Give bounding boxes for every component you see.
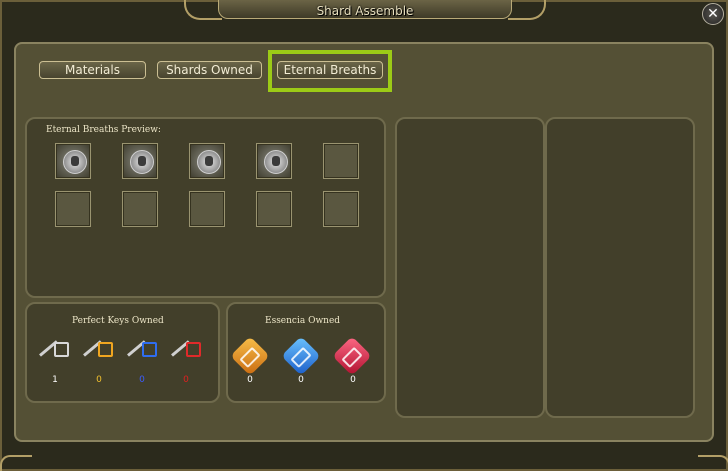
tab-shards-owned[interactable]: Shards Owned	[157, 61, 262, 79]
eternal-breath-emblem-icon	[130, 150, 154, 174]
corner-ornament-left	[0, 455, 32, 471]
preview-slot-8[interactable]	[189, 191, 225, 227]
eternal-breath-emblem-icon	[264, 150, 288, 174]
tab-eternal-breaths[interactable]: Eternal Breaths	[277, 61, 383, 79]
perfect-keys-heading: Perfect Keys Owned	[72, 316, 164, 326]
preview-slot-2[interactable]	[122, 143, 158, 179]
eternal-breath-emblem-icon	[197, 150, 221, 174]
blue-essence-count: 0	[298, 375, 304, 385]
red-essence-count: 0	[350, 375, 356, 385]
orange-essence-count: 0	[247, 375, 253, 385]
detail-panel-left	[395, 117, 545, 418]
preview-slot-7[interactable]	[122, 191, 158, 227]
preview-heading: Eternal Breaths Preview:	[46, 125, 161, 135]
title-ornament-left	[184, 0, 222, 20]
preview-slot-4[interactable]	[256, 143, 292, 179]
preview-slot-5[interactable]	[323, 143, 359, 179]
close-button[interactable]: ✕	[702, 3, 724, 25]
tab-materials[interactable]: Materials	[39, 61, 146, 79]
title-plate: Shard Assemble	[218, 0, 512, 19]
eternal-breath-emblem-icon	[63, 150, 87, 174]
detail-panel-right	[545, 117, 695, 418]
blue-key-count: 0	[139, 375, 145, 385]
preview-slot-1[interactable]	[55, 143, 91, 179]
close-icon: ✕	[707, 6, 719, 22]
window-title: Shard Assemble	[316, 4, 414, 18]
silver-key-count: 1	[52, 375, 58, 385]
gold-key-icon	[82, 340, 113, 370]
preview-slot-9[interactable]	[256, 191, 292, 227]
blue-key-icon	[126, 340, 157, 370]
gold-key-count: 0	[96, 375, 102, 385]
essencia-heading: Essencia Owned	[265, 316, 341, 326]
red-key-count: 0	[183, 375, 189, 385]
preview-slot-10[interactable]	[323, 191, 359, 227]
red-key-icon	[170, 340, 201, 370]
silver-key-icon	[38, 340, 69, 370]
preview-slot-6[interactable]	[55, 191, 91, 227]
preview-slot-3[interactable]	[189, 143, 225, 179]
corner-ornament-right	[698, 455, 728, 471]
